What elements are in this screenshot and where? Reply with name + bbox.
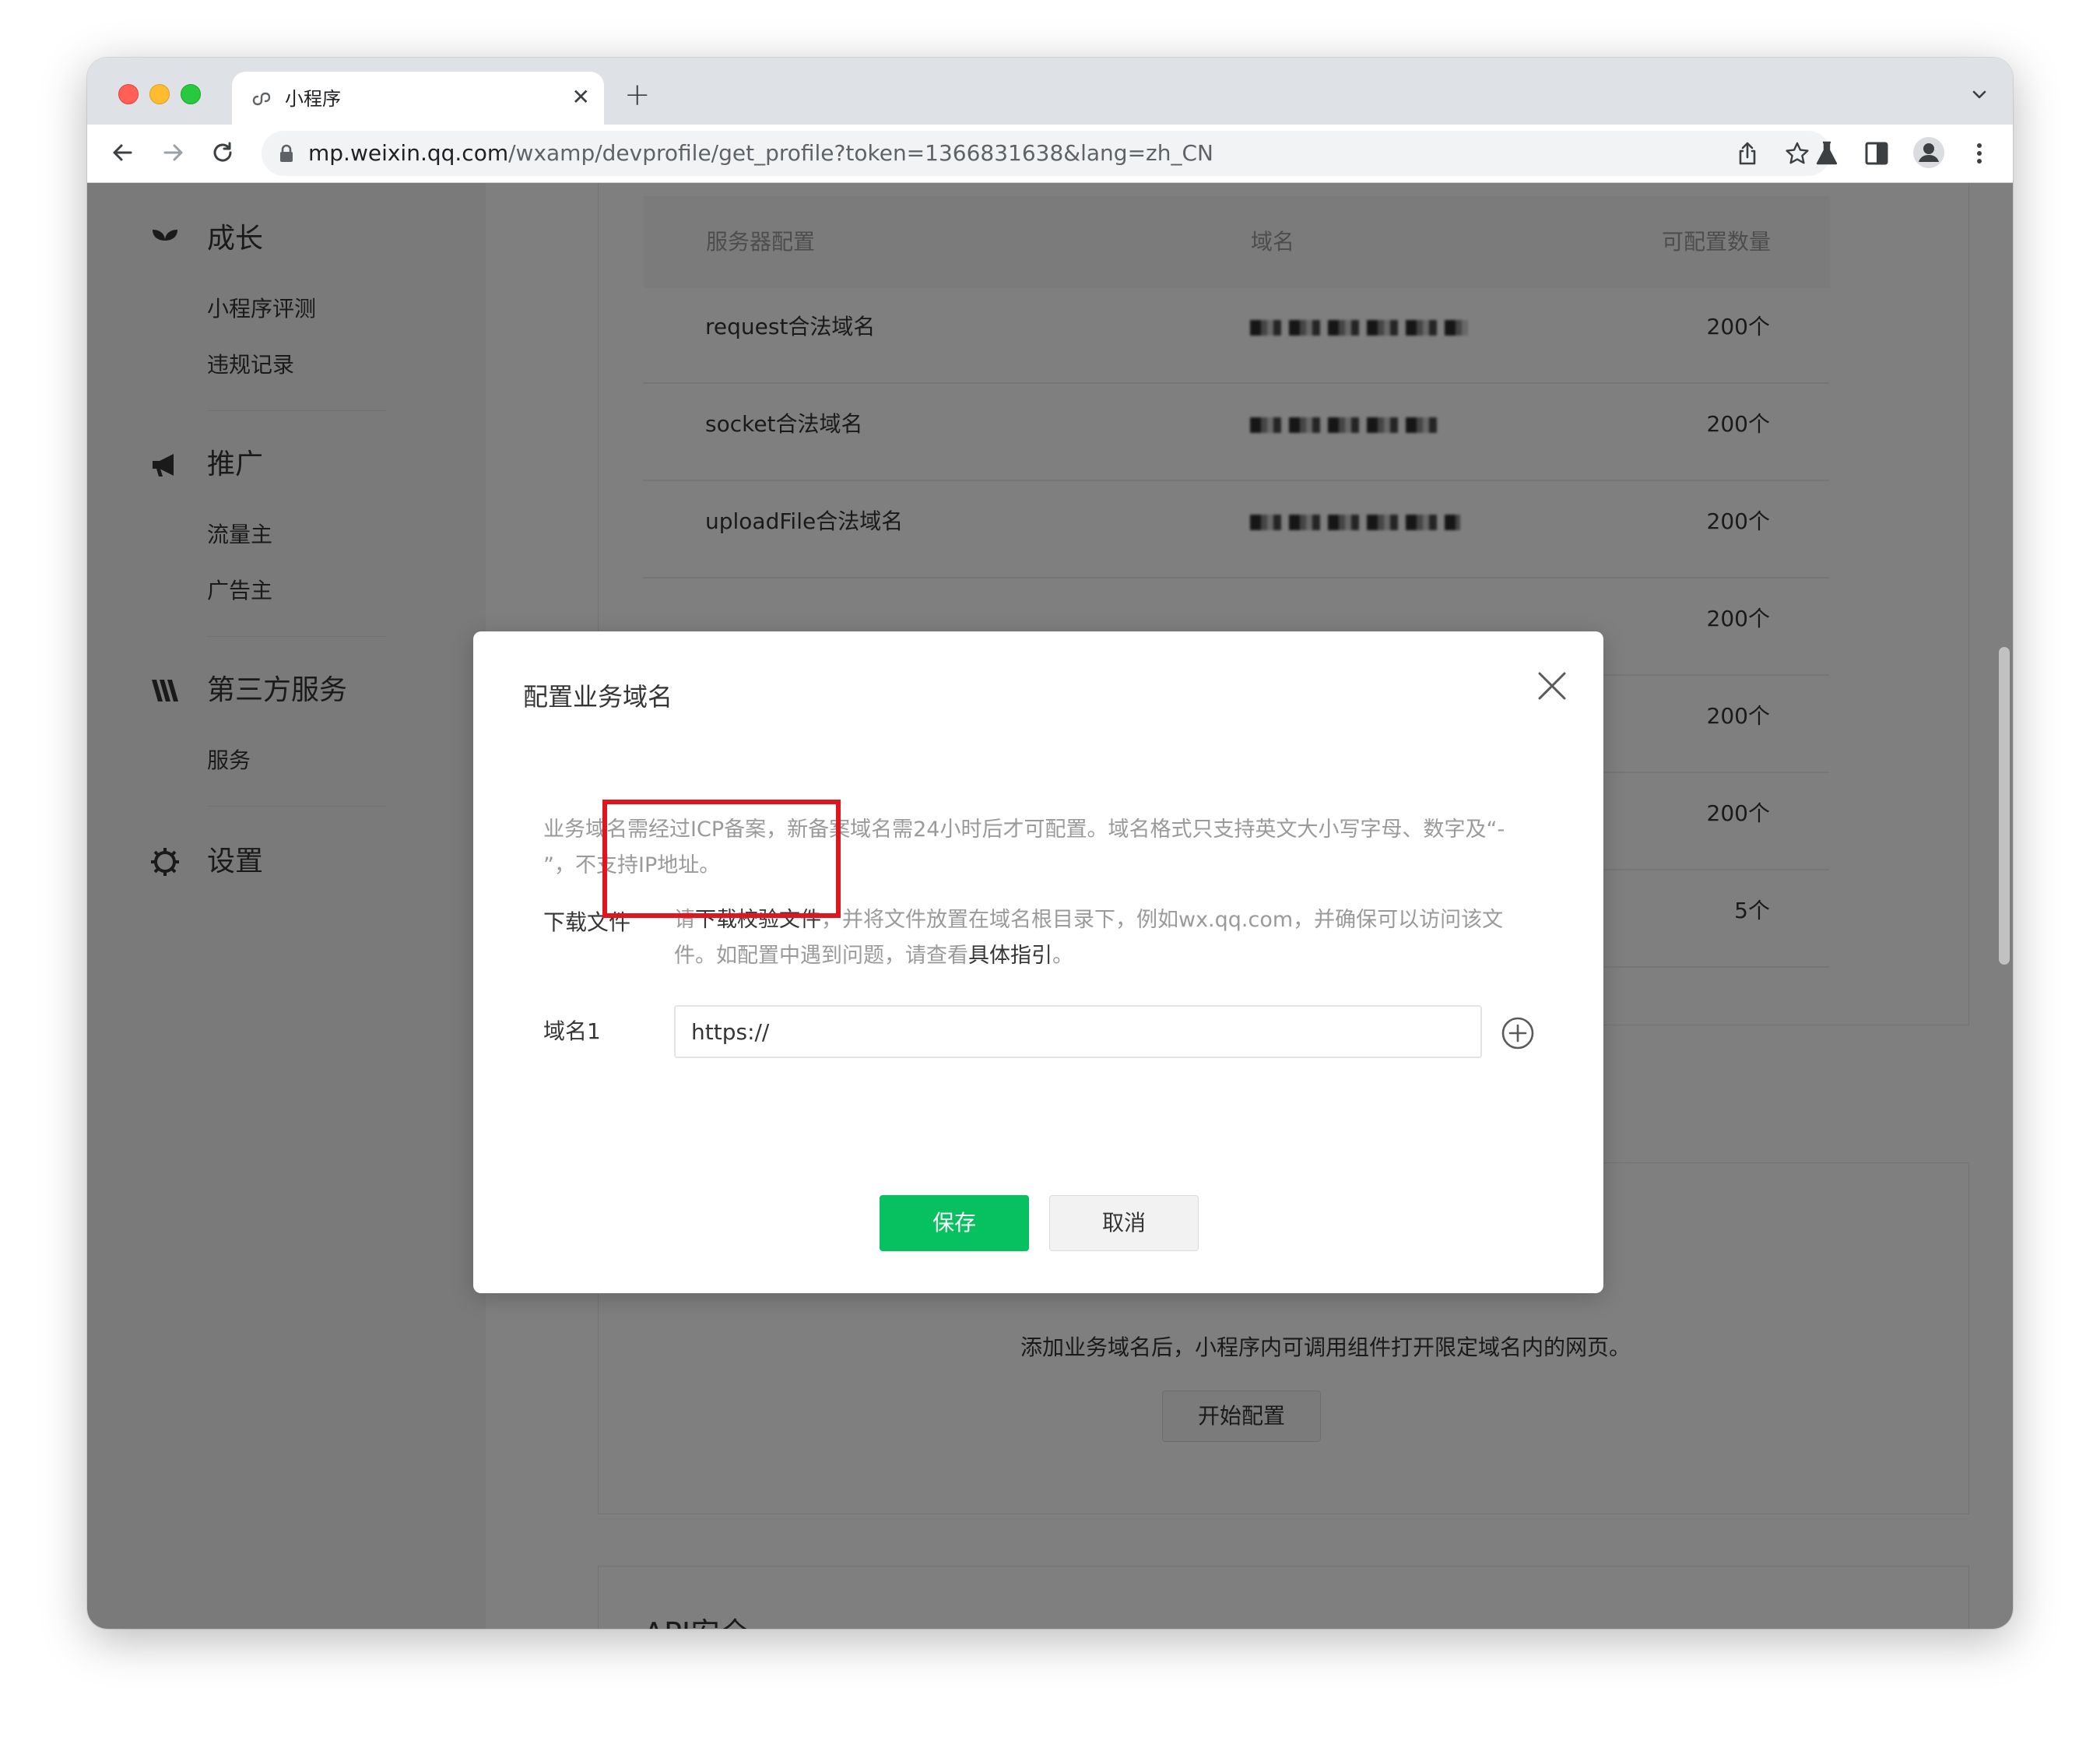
page-content: 成长 小程序评测 违规记录 推广 流量主 广告主 第三方服务 服务 bbox=[87, 183, 2013, 1629]
browser-toolbar: mp.weixin.qq.com/wxamp/devprofile/get_pr… bbox=[87, 125, 2013, 183]
tab-title: 小程序 bbox=[285, 88, 341, 110]
miniprogram-icon bbox=[252, 92, 271, 106]
add-domain-icon[interactable] bbox=[1501, 1016, 1535, 1050]
domain-1-label: 域名1 bbox=[543, 1018, 601, 1044]
back-icon[interactable] bbox=[107, 137, 139, 168]
guide-link[interactable]: 具体指引 bbox=[968, 944, 1052, 968]
cancel-button[interactable]: 取消 bbox=[1049, 1195, 1199, 1251]
config-business-domain-dialog: 配置业务域名 业务域名需经过ICP备案，新备案域名需24小时后才可配置。域名格式… bbox=[473, 631, 1603, 1293]
maximize-window-button[interactable] bbox=[181, 84, 201, 104]
close-icon[interactable] bbox=[1533, 667, 1571, 705]
save-button[interactable]: 保存 bbox=[880, 1195, 1029, 1251]
lock-icon[interactable] bbox=[279, 144, 294, 163]
address-bar[interactable]: mp.weixin.qq.com/wxamp/devprofile/get_pr… bbox=[262, 131, 1831, 176]
profile-avatar-icon[interactable] bbox=[1912, 135, 1946, 170]
side-panel-icon[interactable] bbox=[1862, 139, 1891, 168]
url-path: /wxamp/devprofile/get_profile?token=1366… bbox=[508, 140, 1213, 166]
tab-search-chevron-icon[interactable] bbox=[1969, 84, 1989, 104]
reload-icon[interactable] bbox=[207, 137, 238, 168]
minimize-window-button[interactable] bbox=[149, 84, 170, 104]
new-tab-button[interactable]: + bbox=[624, 79, 651, 111]
annotation-highlight-box bbox=[602, 800, 841, 918]
close-tab-icon[interactable]: ✕ bbox=[572, 84, 590, 111]
url-text: mp.weixin.qq.com/wxamp/devprofile/get_pr… bbox=[308, 140, 1213, 167]
labs-flask-icon[interactable] bbox=[1812, 139, 1842, 168]
browser-window: 小程序 ✕ + mp.weixin.qq.com/wxamp/devprofil… bbox=[87, 58, 2013, 1629]
share-icon[interactable] bbox=[1734, 140, 1761, 167]
close-window-button[interactable] bbox=[118, 84, 139, 104]
tip-suffix: 。 bbox=[1052, 944, 1073, 968]
tab-bar: 小程序 ✕ + bbox=[87, 58, 2013, 125]
dialog-title: 配置业务域名 bbox=[523, 682, 673, 712]
bookmark-star-icon[interactable] bbox=[1784, 140, 1810, 167]
scrollbar-thumb[interactable] bbox=[1999, 647, 2010, 965]
more-menu-icon[interactable] bbox=[1965, 139, 1994, 168]
forward-icon[interactable] bbox=[157, 137, 188, 168]
domain-1-input[interactable] bbox=[674, 1005, 1482, 1058]
tab-miniprogram[interactable]: 小程序 ✕ bbox=[232, 72, 604, 125]
url-host: mp.weixin.qq.com bbox=[308, 140, 509, 166]
